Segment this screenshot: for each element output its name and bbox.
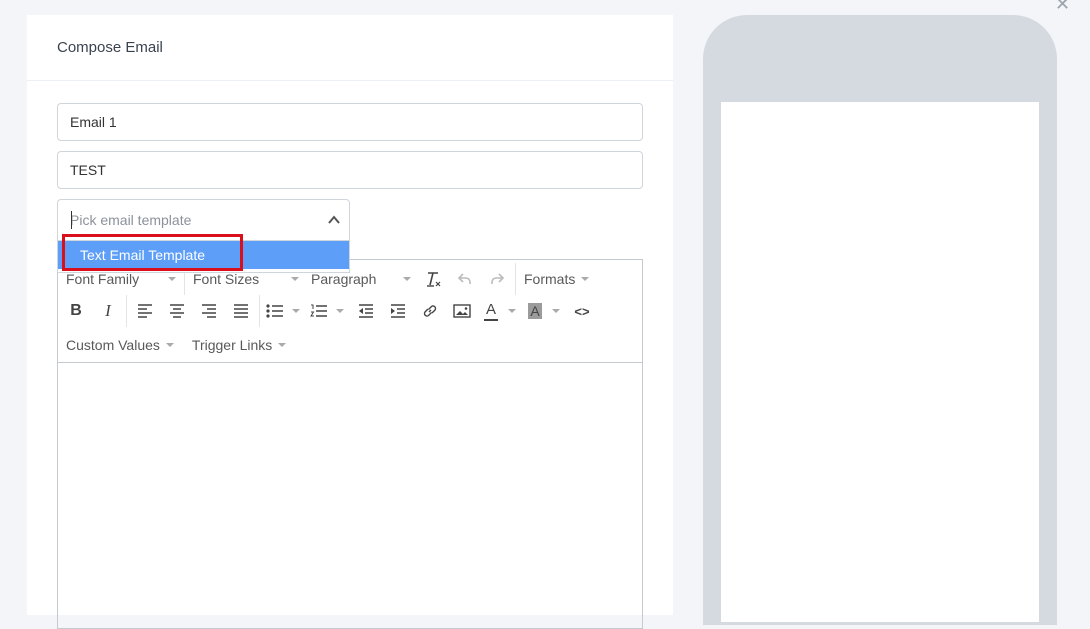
background-color-dropdown[interactable] bbox=[552, 309, 560, 313]
font-family-label: Font Family bbox=[66, 271, 140, 287]
italic-glyph: I bbox=[105, 301, 111, 320]
font-sizes-label: Font Sizes bbox=[193, 271, 260, 287]
modal-title: Compose Email bbox=[27, 15, 673, 81]
custom-values-select[interactable]: Custom Values bbox=[60, 330, 180, 360]
bold-icon[interactable]: B bbox=[60, 296, 92, 326]
clear-format-icon[interactable] bbox=[417, 264, 449, 294]
code-glyph: <> bbox=[574, 303, 590, 319]
text-color-glyph: A bbox=[485, 300, 496, 318]
image-icon[interactable] bbox=[446, 296, 478, 326]
text-color-dropdown[interactable] bbox=[508, 309, 516, 313]
numbered-list-dropdown[interactable] bbox=[336, 309, 344, 313]
trigger-links-label: Trigger Links bbox=[191, 337, 273, 353]
italic-icon[interactable]: I bbox=[92, 296, 124, 326]
close-icon[interactable]: ✕ bbox=[1055, 0, 1070, 15]
link-icon[interactable] bbox=[414, 296, 446, 326]
bold-glyph: B bbox=[70, 302, 82, 319]
template-placeholder: Pick email template bbox=[70, 212, 192, 228]
align-justify-icon[interactable] bbox=[225, 296, 257, 326]
editor-body[interactable] bbox=[58, 363, 642, 628]
source-code-icon[interactable]: <> bbox=[566, 296, 598, 326]
rich-text-editor: Font Family Font Sizes Paragraph Formats… bbox=[57, 259, 643, 629]
bullet-list-dropdown[interactable] bbox=[292, 309, 300, 313]
phone-preview bbox=[703, 15, 1057, 625]
formats-label: Formats bbox=[524, 271, 576, 287]
text-cursor bbox=[71, 211, 72, 229]
outdent-icon[interactable] bbox=[350, 296, 382, 326]
background-color-icon[interactable]: A bbox=[522, 296, 548, 326]
editor-toolbar: Font Family Font Sizes Paragraph Formats… bbox=[58, 260, 642, 363]
template-select[interactable]: Pick email template bbox=[57, 199, 350, 241]
chevron-up-icon[interactable] bbox=[327, 213, 341, 227]
indent-icon[interactable] bbox=[382, 296, 414, 326]
compose-email-panel: Compose Email Email 1 TEST Pick email te… bbox=[27, 15, 673, 629]
text-color-icon[interactable]: A bbox=[478, 296, 504, 326]
bg-color-glyph: A bbox=[528, 303, 542, 319]
numbered-list-icon[interactable] bbox=[306, 296, 332, 326]
undo-icon[interactable] bbox=[449, 264, 481, 294]
bullet-list-icon[interactable] bbox=[262, 296, 288, 326]
formats-select[interactable]: Formats bbox=[518, 264, 592, 294]
trigger-links-select[interactable]: Trigger Links bbox=[186, 330, 292, 360]
redo-icon[interactable] bbox=[481, 264, 513, 294]
align-right-icon[interactable] bbox=[193, 296, 225, 326]
paragraph-label: Paragraph bbox=[311, 271, 377, 287]
template-dropdown: Text Email Template bbox=[57, 241, 350, 273]
custom-values-label: Custom Values bbox=[66, 337, 160, 353]
phone-screen bbox=[721, 102, 1039, 622]
align-left-icon[interactable] bbox=[129, 296, 161, 326]
template-option[interactable]: Text Email Template bbox=[58, 241, 349, 269]
align-center-icon[interactable] bbox=[161, 296, 193, 326]
email-name-field[interactable]: Email 1 bbox=[57, 103, 643, 141]
email-subject-field[interactable]: TEST bbox=[57, 151, 643, 189]
